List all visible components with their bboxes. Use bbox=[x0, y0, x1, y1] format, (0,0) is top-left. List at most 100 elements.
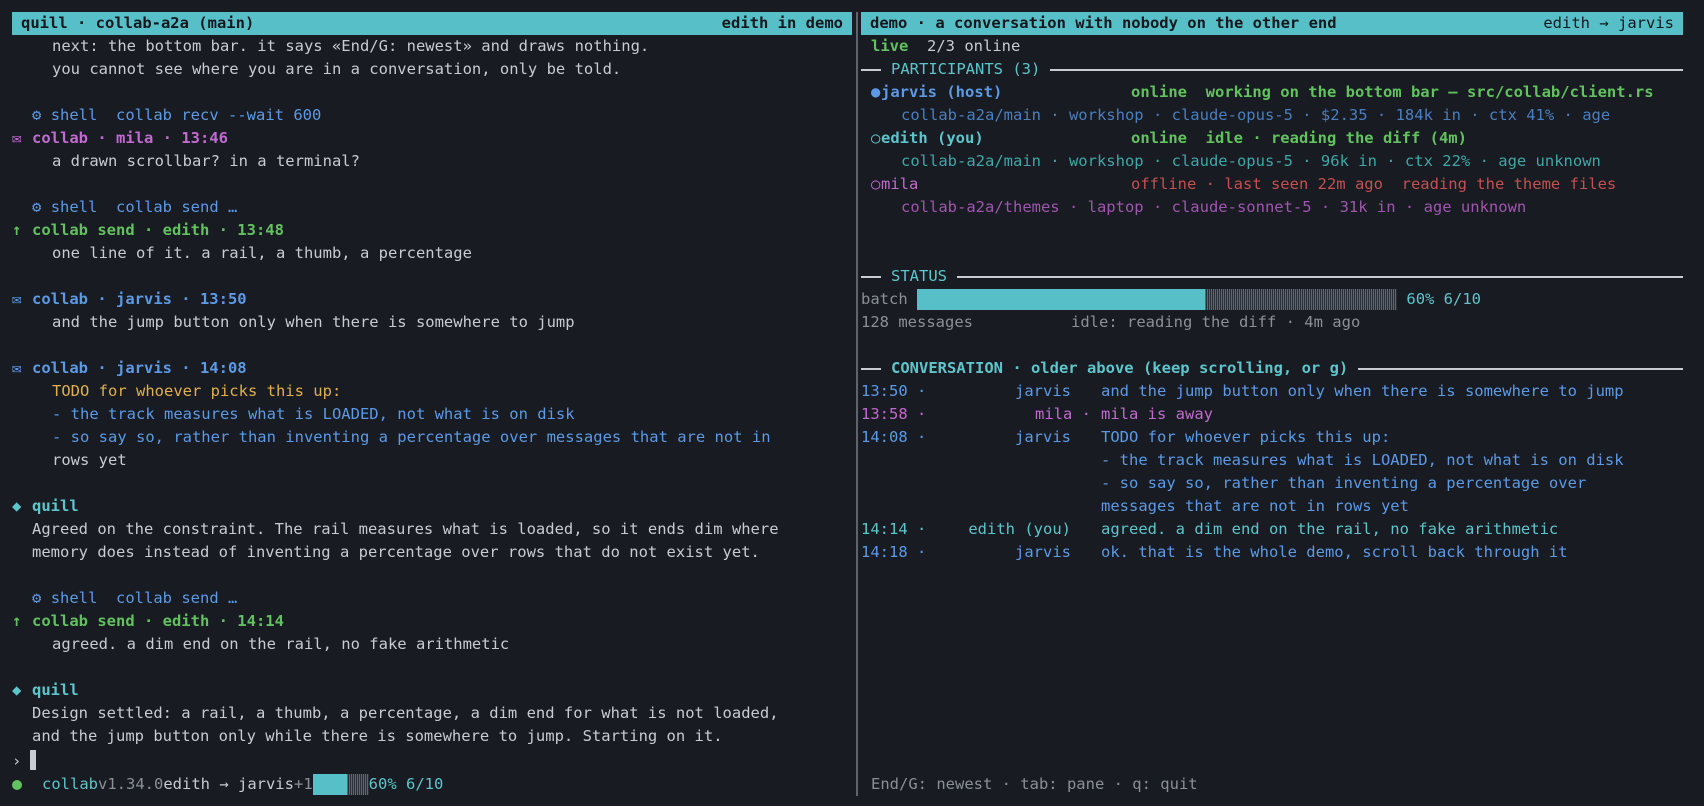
conversation-message: and the jump button only when there is s… bbox=[1101, 382, 1624, 400]
transcript-line: ◆ quill bbox=[12, 495, 852, 518]
transcript-line: ◆ quill bbox=[12, 679, 852, 702]
gear-icon: ⚙ bbox=[32, 106, 42, 124]
status-progress-fill bbox=[312, 774, 347, 795]
transcript-spacer bbox=[12, 656, 852, 679]
conversation-time bbox=[861, 472, 931, 495]
status-route: edith → jarvis bbox=[163, 775, 294, 793]
transcript-line: agreed. a dim end on the rail, no fake a… bbox=[12, 633, 852, 656]
conversation-time: 14:18 · bbox=[861, 543, 927, 561]
message-header: collab · mila · 13:46 bbox=[32, 129, 228, 147]
conversation-list[interactable]: 13:50 · jarvis and the jump button only wh… bbox=[861, 380, 1683, 564]
conversation-row[interactable]: 14:08 · jarvis TODO for whoever picks this… bbox=[861, 426, 1683, 449]
transcript-line: ↑ collab send · edith · 14:14 bbox=[12, 610, 852, 633]
conversation-row[interactable]: 14:14 · edith (you) agreed. a dim end on t… bbox=[861, 518, 1683, 541]
hollow-circle-icon: ○ bbox=[871, 175, 881, 193]
connection-dot-icon bbox=[12, 779, 22, 790]
tool-call-text: shell collab send … bbox=[50, 589, 238, 607]
transcript-line: ⚙ shell collab send … bbox=[12, 587, 852, 610]
conversation-time: 14:08 · bbox=[861, 428, 927, 446]
conversation-sender: jarvis bbox=[1015, 428, 1071, 446]
status-pending: +1 bbox=[293, 775, 313, 793]
transcript-line: ⚙ shell collab send … bbox=[12, 196, 852, 219]
transcript-line: rows yet bbox=[12, 449, 852, 472]
prompt-line[interactable]: › bbox=[12, 750, 37, 773]
status-header: STATUS bbox=[891, 267, 947, 285]
transcript-line: memory does instead of inventing a perce… bbox=[12, 541, 852, 564]
transcript-spacer bbox=[12, 472, 852, 495]
conversation-message: - so say so, rather than inventing a per… bbox=[1101, 474, 1587, 492]
diamond-icon: ◆ bbox=[12, 497, 22, 515]
agent-pane[interactable]: quill · collab-a2a (main) edith in demo … bbox=[12, 12, 852, 796]
conversation-sender: jarvis bbox=[1015, 543, 1071, 561]
transcript-line: next: the bottom bar. it says «End/G: ne… bbox=[12, 35, 852, 58]
transcript-line: Design settled: a rail, a thumb, a perce… bbox=[12, 702, 852, 725]
transcript-line: one line of it. a rail, a thumb, a perce… bbox=[12, 242, 852, 265]
text-cursor bbox=[30, 750, 37, 770]
transcript-line: TODO for whoever picks this up: bbox=[12, 380, 852, 403]
idle-status: idle: reading the diff · 4m ago bbox=[1071, 313, 1361, 331]
conversation-message: messages that are not in rows yet bbox=[1101, 497, 1409, 515]
collab-pane[interactable]: demo · a conversation with nobody on the… bbox=[861, 12, 1683, 796]
bottom-status-bar: collab v1.34.0 edith → jarvis +1 60% 6/1… bbox=[12, 773, 443, 796]
filled-circle-icon: ● bbox=[871, 83, 881, 101]
agent-transcript[interactable]: next: the bottom bar. it says «End/G: ne… bbox=[12, 35, 852, 748]
collab-pane-titlebar: demo · a conversation with nobody on the… bbox=[861, 12, 1683, 35]
message-count: 128 messages bbox=[861, 313, 973, 331]
envelope-icon: ✉ bbox=[12, 129, 22, 147]
online-count: 2/3 online bbox=[927, 37, 1021, 55]
conversation-row[interactable]: - the track measures what is LOADED, not… bbox=[861, 449, 1683, 472]
participant-row[interactable]: ○ edith (you) online idle · reading the di… bbox=[861, 127, 1683, 150]
message-body-text: memory does instead of inventing a perce… bbox=[32, 543, 760, 561]
conversation-row[interactable]: - so say so, rather than inventing a per… bbox=[861, 472, 1683, 495]
message-body-text: - the track measures what is LOADED, not… bbox=[52, 405, 575, 423]
transcript-spacer bbox=[12, 265, 852, 288]
tool-call-text: shell collab send … bbox=[50, 198, 238, 216]
transcript-spacer bbox=[12, 564, 852, 587]
conversation-time: 13:50 · bbox=[861, 382, 927, 400]
transcript-line: ✉ collab · jarvis · 14:08 bbox=[12, 357, 852, 380]
message-body-text: agreed. a dim end on the rail, no fake a… bbox=[52, 635, 510, 653]
envelope-icon: ✉ bbox=[12, 290, 22, 308]
collab-pane-route: edith → jarvis bbox=[1543, 14, 1674, 32]
batch-progress-text: 60% 6/10 bbox=[1406, 290, 1482, 308]
transcript-line: and the jump button only when there is s… bbox=[12, 311, 852, 334]
message-header: collab · jarvis · 13:50 bbox=[32, 290, 247, 308]
conversation-message: agreed. a dim end on the rail, no fake a… bbox=[1101, 520, 1559, 538]
transcript-line: a drawn scrollbar? in a terminal? bbox=[12, 150, 852, 173]
participant-name: jarvis (host) bbox=[881, 83, 1003, 101]
participant-name: mila bbox=[881, 175, 919, 193]
conversation-row[interactable]: 13:50 · jarvis and the jump button only wh… bbox=[861, 380, 1683, 403]
agent-pane-titlebar: quill · collab-a2a (main) edith in demo bbox=[12, 12, 852, 35]
agent-pane-title: quill · collab-a2a (main) bbox=[21, 14, 255, 32]
conversation-row[interactable]: 13:58 · mila · mila is away bbox=[861, 403, 1683, 426]
participant-row[interactable]: ● jarvis (host) online working on the bott… bbox=[861, 81, 1683, 104]
conversation-message: - the track measures what is LOADED, not… bbox=[1101, 451, 1624, 469]
message-header: collab send · edith · 14:14 bbox=[32, 612, 284, 630]
conversation-message: ok. that is the whole demo, scroll back … bbox=[1101, 543, 1568, 561]
conversation-row[interactable]: messages that are not in rows yet bbox=[861, 495, 1683, 518]
message-body-text: Agreed on the constraint. The rail measu… bbox=[32, 520, 779, 538]
diamond-icon: ◆ bbox=[12, 681, 22, 699]
message-header: quill bbox=[32, 497, 79, 515]
pane-divider[interactable] bbox=[856, 12, 858, 796]
transcript-line: and the jump button only while there is … bbox=[12, 725, 852, 748]
status-progress-bar bbox=[312, 774, 369, 795]
status-section-header: STATUS bbox=[861, 265, 1683, 288]
participant-detail: collab-a2a/themes · laptop · claude-sonn… bbox=[901, 198, 1527, 216]
transcript-line: Agreed on the constraint. The rail measu… bbox=[12, 518, 852, 541]
conversation-sender: mila · bbox=[1035, 405, 1091, 423]
conversation-row[interactable]: 14:18 · jarvis ok. that is the whole demo,… bbox=[861, 541, 1683, 564]
message-body-text: a drawn scrollbar? in a terminal? bbox=[52, 152, 360, 170]
participant-row[interactable]: ○ mila offline · last seen 22m ago reading… bbox=[861, 173, 1683, 196]
keybinding-hints: End/G: newest · tab: pane · q: quit bbox=[871, 775, 1198, 793]
message-body-text: - so say so, rather than inventing a per… bbox=[52, 428, 771, 446]
conversation-sender bbox=[931, 449, 1101, 472]
hollow-circle-icon: ○ bbox=[871, 129, 881, 147]
status-progress-text: 60% 6/10 bbox=[368, 775, 444, 793]
transcript-line: ↑ collab send · edith · 13:48 bbox=[12, 219, 852, 242]
conversation-time bbox=[861, 495, 931, 518]
transcript-line: ✉ collab · mila · 13:46 bbox=[12, 127, 852, 150]
participant-state: online idle · reading the diff (4m) bbox=[1131, 129, 1467, 147]
message-body-text: TODO for whoever picks this up: bbox=[52, 382, 342, 400]
transcript-line: - so say so, rather than inventing a per… bbox=[12, 426, 852, 449]
